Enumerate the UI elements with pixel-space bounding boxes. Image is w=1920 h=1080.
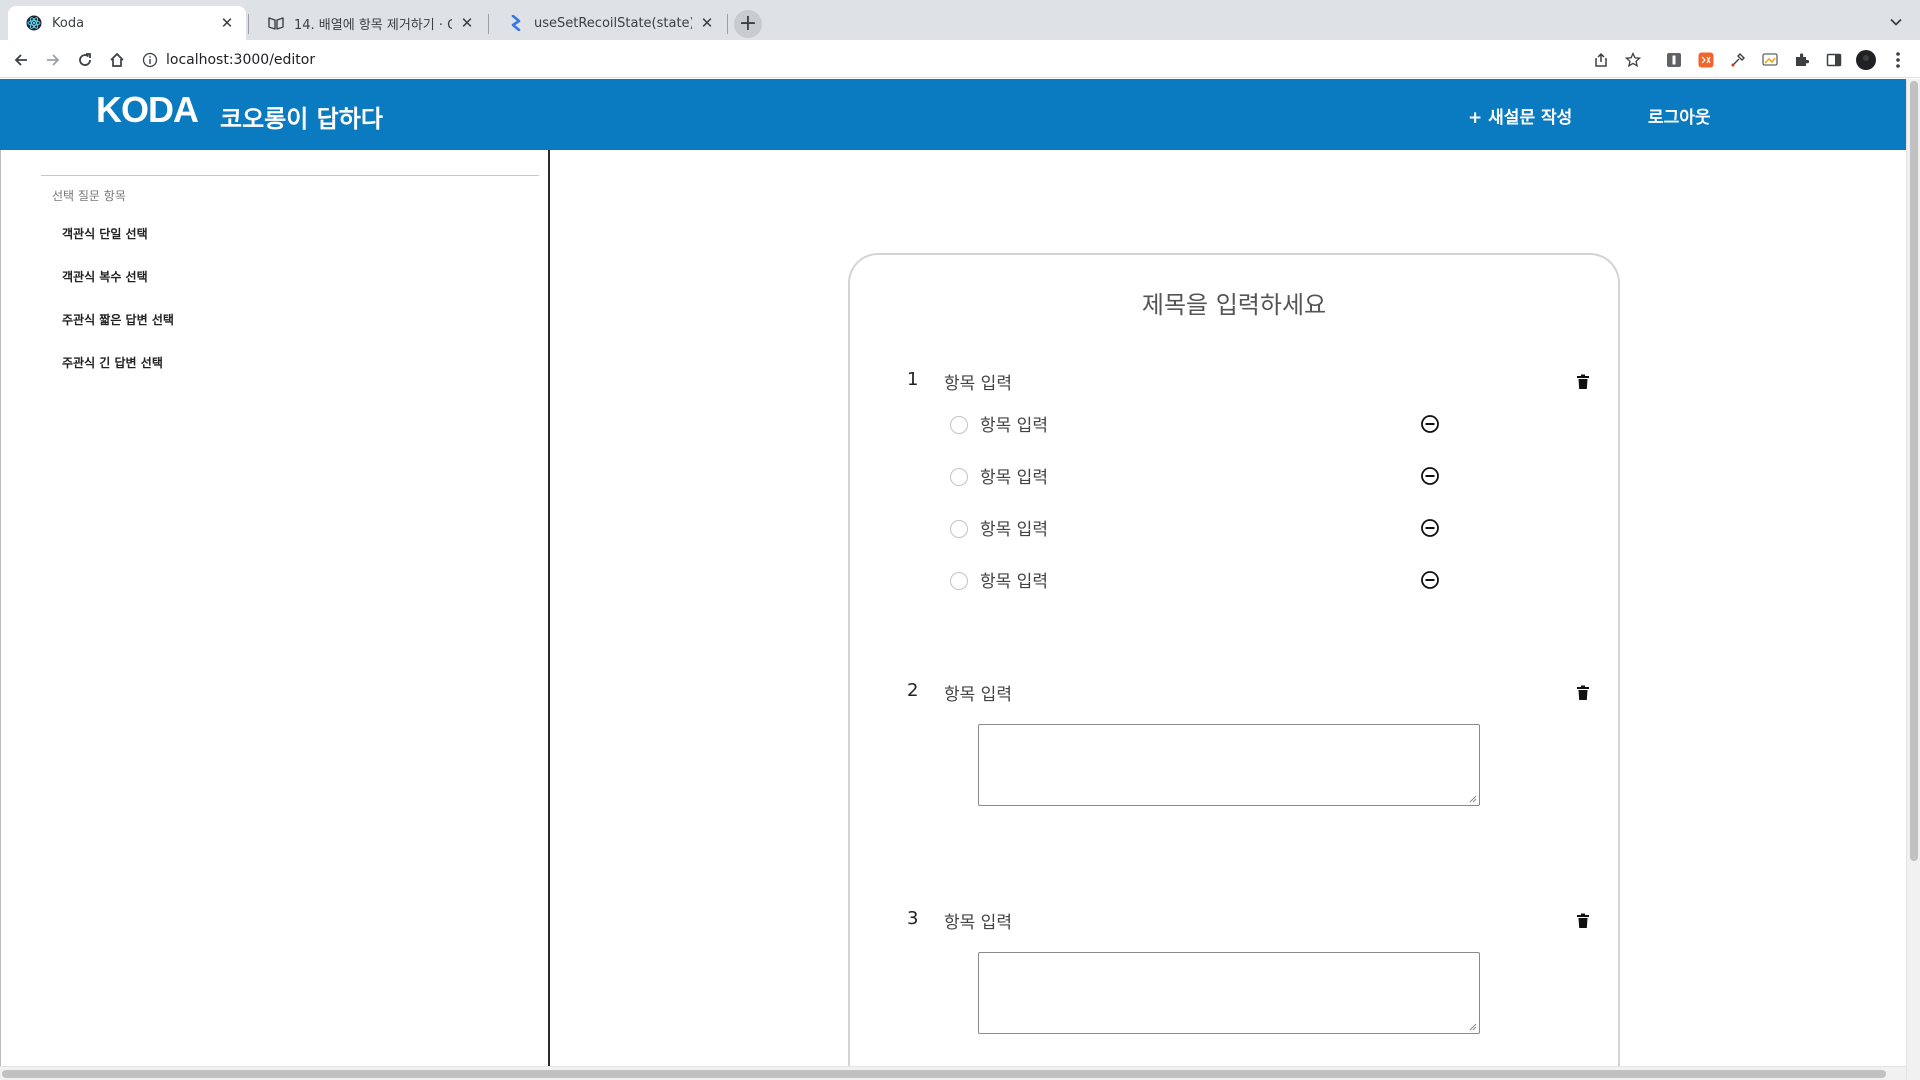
resize-grip-icon[interactable] xyxy=(1469,1023,1477,1031)
app-subtitle: 코오롱이 답하다 xyxy=(220,105,383,133)
remove-option-icon[interactable] xyxy=(1420,414,1440,434)
reload-icon[interactable] xyxy=(74,49,96,71)
question-label-input[interactable]: 항목 입력 xyxy=(944,680,1012,705)
new-tab-button[interactable]: + xyxy=(734,10,762,38)
side-panel-icon[interactable] xyxy=(1823,49,1845,71)
browser-tabstrip: Koda ✕ 14. 배열에 항목 제거하기 · GitBook ✕ useSe… xyxy=(0,0,1920,40)
react-icon xyxy=(26,15,42,31)
app-logo[interactable]: KODA xyxy=(96,89,199,131)
chevron-down-icon[interactable] xyxy=(1886,12,1906,32)
scrollbar-thumb[interactable] xyxy=(1910,81,1918,861)
sidebar-item-single-choice[interactable]: 객관식 단일 선택 xyxy=(62,225,148,242)
address-bar[interactable]: localhost:3000/editor xyxy=(142,45,1642,75)
radio-button[interactable] xyxy=(950,520,968,538)
tab-separator xyxy=(727,14,728,34)
question-type-sidebar: 선택 질문 항목 객관식 단일 선택 객관식 복수 선택 주관식 짧은 답변 선… xyxy=(0,150,550,1068)
trash-icon[interactable] xyxy=(1576,374,1590,390)
option-label-input[interactable]: 항목 입력 xyxy=(980,567,1048,592)
close-tab-icon[interactable]: ✕ xyxy=(218,14,236,32)
survey-editor-card: 제목을 입력하세요 1 항목 입력 항목 입력 항목 입력 항목 입력 항목 입… xyxy=(848,253,1620,1080)
remove-option-icon[interactable] xyxy=(1420,466,1440,486)
option-label-input[interactable]: 항목 입력 xyxy=(980,411,1048,436)
remove-option-icon[interactable] xyxy=(1420,518,1440,538)
divider xyxy=(41,175,539,176)
survey-title-input[interactable]: 제목을 입력하세요 xyxy=(850,285,1618,320)
tab-title: 14. 배열에 항목 제거하기 · GitBook xyxy=(294,17,452,33)
tab-separator xyxy=(488,14,489,34)
browser-tab-koda[interactable]: Koda ✕ xyxy=(8,6,246,40)
tab-title: useSetRecoilState(state) | Rec xyxy=(534,15,692,31)
sidebar-item-short-answer[interactable]: 주관식 짧은 답변 선택 xyxy=(62,311,174,328)
forward-arrow-icon[interactable] xyxy=(42,49,64,71)
scrollbar-thumb[interactable] xyxy=(2,1070,1886,1078)
site-info-icon[interactable] xyxy=(142,52,158,68)
option-row: 항목 입력 xyxy=(950,463,1450,489)
close-tab-icon[interactable]: ✕ xyxy=(458,14,476,32)
trash-icon[interactable] xyxy=(1576,913,1590,929)
vertical-scrollbar[interactable] xyxy=(1906,79,1920,1080)
question-number: 2 xyxy=(907,680,919,701)
browser-tab-recoil[interactable]: useSetRecoilState(state) | Rec ✕ xyxy=(490,6,726,40)
close-tab-icon[interactable]: ✕ xyxy=(698,14,716,32)
back-arrow-icon[interactable] xyxy=(10,49,32,71)
sidebar-item-long-answer[interactable]: 주관식 긴 답변 선택 xyxy=(62,354,163,371)
option-row: 항목 입력 xyxy=(950,515,1450,541)
extension-reader-icon[interactable] xyxy=(1663,49,1685,71)
gitbook-icon xyxy=(268,15,284,31)
url-text: localhost:3000/editor xyxy=(166,52,316,68)
radio-button[interactable] xyxy=(950,416,968,434)
tab-separator xyxy=(248,14,249,34)
long-answer-textarea[interactable] xyxy=(978,952,1480,1034)
option-row: 항목 입력 xyxy=(950,567,1450,593)
radio-button[interactable] xyxy=(950,572,968,590)
browser-toolbar: localhost:3000/editor xyxy=(0,40,1920,78)
screen-capture-icon[interactable] xyxy=(1759,49,1781,71)
profile-avatar-icon[interactable] xyxy=(1855,49,1877,71)
tab-title: Koda xyxy=(52,15,85,31)
question-number: 3 xyxy=(907,908,919,929)
logout-link[interactable]: 로그아웃 xyxy=(1648,103,1711,128)
option-row: 항목 입력 xyxy=(950,411,1450,437)
radio-button[interactable] xyxy=(950,468,968,486)
remove-option-icon[interactable] xyxy=(1420,570,1440,590)
kebab-menu-icon[interactable] xyxy=(1887,49,1909,71)
browser-tab-gitbook[interactable]: 14. 배열에 항목 제거하기 · GitBook ✕ xyxy=(250,6,486,40)
app-header: KODA 코오롱이 답하다 + 새설문 작성 로그아웃 xyxy=(0,79,1906,150)
question-number: 1 xyxy=(907,369,919,390)
trash-icon[interactable] xyxy=(1576,685,1590,701)
question-label-input[interactable]: 항목 입력 xyxy=(944,369,1012,394)
eyedropper-icon[interactable] xyxy=(1727,49,1749,71)
long-answer-textarea[interactable] xyxy=(978,724,1480,806)
sidebar-item-multiple-choice[interactable]: 객관식 복수 선택 xyxy=(62,268,148,285)
new-survey-link[interactable]: + 새설문 작성 xyxy=(1468,103,1572,128)
sidebar-heading: 선택 질문 항목 xyxy=(52,189,126,203)
recoil-icon xyxy=(508,15,524,31)
option-label-input[interactable]: 항목 입력 xyxy=(980,515,1048,540)
extensions-puzzle-icon[interactable] xyxy=(1791,49,1813,71)
home-icon[interactable] xyxy=(106,49,128,71)
extension-rx-icon[interactable] xyxy=(1695,49,1717,71)
question-label-input[interactable]: 항목 입력 xyxy=(944,908,1012,933)
option-label-input[interactable]: 항목 입력 xyxy=(980,463,1048,488)
resize-grip-icon[interactable] xyxy=(1469,795,1477,803)
bookmark-star-icon[interactable] xyxy=(1622,49,1644,71)
share-icon[interactable] xyxy=(1590,49,1612,71)
horizontal-scrollbar[interactable] xyxy=(0,1066,1906,1080)
